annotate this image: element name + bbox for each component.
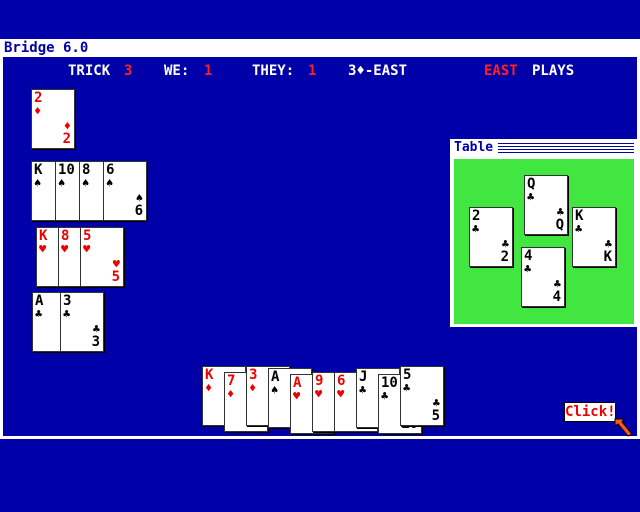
card-suit: ♣ [35, 307, 43, 321]
contract: 3♦-EAST [348, 63, 408, 79]
card-suit: ♥ [61, 242, 69, 256]
trick-card-south[interactable]: 4 ♣ ♣ 4 [521, 247, 565, 307]
card-suit: ♣ [472, 222, 480, 236]
card-suit: ♦ [227, 387, 235, 401]
turn-player: EAST [484, 63, 518, 79]
card-rank-corner: 5 [111, 269, 120, 285]
trick-card-east[interactable]: K ♣ ♣ K [572, 207, 616, 267]
trick-card-west[interactable]: 2 ♣ ♣ 2 [469, 207, 513, 267]
board-border-left [0, 57, 3, 438]
card-rank-corner: 3 [91, 334, 100, 350]
card-suit: ♣ [359, 383, 367, 397]
card-rank-corner: Q [555, 217, 564, 233]
trick-value: 3 [124, 63, 133, 79]
dummy-card[interactable]: 2 ♦ ♦ 2 [31, 89, 75, 149]
card-suit: ♠ [34, 176, 42, 190]
dummy-card[interactable]: 5 ♥ ♥ 5 [80, 227, 124, 287]
dummy-card[interactable]: 3 ♣ ♣ 3 [60, 292, 104, 352]
window-title: Bridge 6.0 [4, 40, 89, 56]
card-suit: ♣ [63, 307, 71, 321]
card-rank-corner: 2 [62, 131, 71, 147]
card-rank-corner: 5 [431, 408, 440, 424]
card-suit: ♦ [205, 381, 213, 395]
card-suit: ♥ [293, 389, 301, 403]
card-suit: ♣ [524, 262, 532, 276]
trick-card-north[interactable]: Q ♣ ♣ Q [524, 175, 568, 235]
card-suit: ♣ [381, 389, 389, 403]
click-button[interactable]: Click! [564, 402, 616, 422]
card-suit: ♠ [271, 383, 279, 397]
card-suit: ♣ [575, 222, 583, 236]
card-suit: ♥ [337, 387, 345, 401]
card-suit: ♠ [82, 176, 90, 190]
title-bar: Bridge 6.0 [0, 39, 640, 57]
trick-label: TRICK [68, 63, 111, 79]
card-rank-corner: 2 [500, 249, 509, 265]
card-suit: ♦ [34, 104, 42, 118]
card-rank-corner: 6 [134, 203, 143, 219]
dummy-card[interactable]: 6 ♠ ♠ 6 [103, 161, 147, 221]
table-window-title: Table [454, 140, 494, 155]
card-suit: ♥ [315, 387, 323, 401]
card-suit: ♠ [106, 176, 114, 190]
board-border-bottom [0, 436, 640, 439]
they-value: 1 [308, 63, 317, 79]
card-rank-corner: 4 [552, 289, 561, 305]
arrow-cursor-icon [614, 418, 633, 437]
we-value: 1 [204, 63, 213, 79]
card-suit: ♦ [249, 381, 257, 395]
table-window-drag-bar[interactable] [498, 143, 634, 153]
card-suit: ♣ [527, 190, 535, 204]
turn-text: PLAYS [532, 63, 575, 79]
card-suit: ♣ [403, 381, 411, 395]
hand-card[interactable]: 5 ♣ ♣ 5 [400, 366, 444, 426]
card-suit: ♠ [58, 176, 66, 190]
we-label: WE: [164, 63, 190, 79]
card-suit: ♥ [83, 242, 91, 256]
card-rank-corner: K [603, 249, 612, 265]
card-suit: ♥ [39, 242, 47, 256]
they-label: THEY: [252, 63, 295, 79]
